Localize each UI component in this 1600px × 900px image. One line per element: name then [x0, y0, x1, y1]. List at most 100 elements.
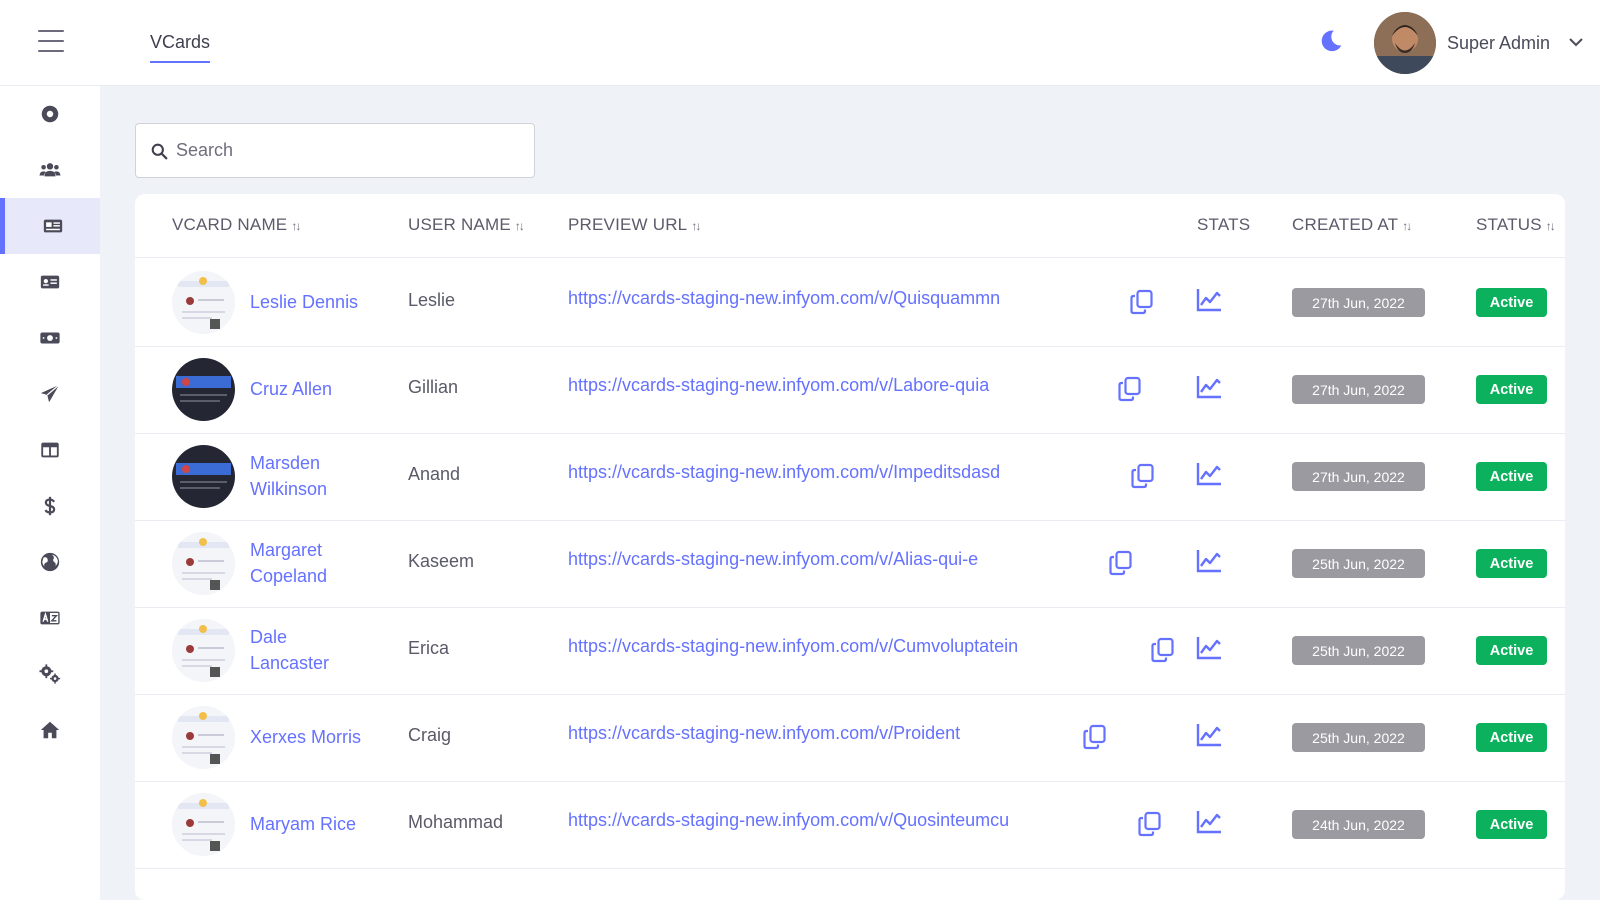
sort-icon[interactable]: ↑↓ [291, 219, 301, 233]
preview-url-link[interactable]: https://vcards-staging-new.infyom.com/v/… [568, 636, 1018, 657]
vcard-name-line: Leslie Dennis [250, 292, 359, 312]
vcard-name-link[interactable]: Leslie Dennis [250, 289, 358, 315]
vcard-icon [43, 219, 62, 233]
language-icon [40, 611, 60, 625]
sidebar-item-home[interactable] [0, 702, 100, 758]
dollar-icon [44, 496, 56, 516]
vcard-name-link[interactable]: Xerxes Morris [250, 724, 361, 750]
vcard-name-link[interactable]: Marsden Wilkinson [250, 450, 327, 502]
send-icon [40, 384, 60, 403]
sidebar-item-users[interactable] [0, 142, 100, 198]
col-header-label: STATUS [1476, 215, 1542, 234]
status-badge[interactable]: Active [1476, 810, 1547, 839]
vcard-name-line: Cruz Allen [250, 379, 333, 399]
stats-chart-icon[interactable] [1195, 634, 1223, 662]
moon-icon[interactable] [1318, 28, 1344, 54]
user-name-cell: Mohammad [408, 812, 504, 832]
created-at-badge: 25th Jun, 2022 [1292, 723, 1425, 752]
status-badge[interactable]: Active [1476, 462, 1547, 491]
sidebar-item-payments[interactable] [0, 310, 100, 366]
vcard-thumbnail[interactable] [172, 619, 235, 682]
vcard-thumbnail[interactable] [172, 532, 235, 595]
layout-icon [41, 442, 59, 458]
vcard-name-line: Marsden [250, 453, 321, 473]
col-header-vcard-name[interactable]: VCARD NAME ↑↓ [172, 215, 301, 235]
copy-icon[interactable] [1136, 810, 1164, 838]
sort-icon[interactable]: ↑↓ [515, 219, 525, 233]
stats-chart-icon[interactable] [1195, 721, 1223, 749]
copy-icon[interactable] [1107, 549, 1135, 577]
copy-icon[interactable] [1128, 288, 1156, 316]
dashboard-icon [41, 105, 59, 123]
sort-icon[interactable]: ↑↓ [691, 219, 701, 233]
search-icon [151, 143, 168, 160]
vcard-name-line: Wilkinson [250, 479, 328, 499]
stats-chart-icon[interactable] [1195, 373, 1223, 401]
stats-chart-icon[interactable] [1195, 547, 1223, 575]
table-row: Marsden Wilkinson Anand https://vcards-stag… [135, 432, 1565, 521]
id-card-icon [40, 275, 60, 289]
vcard-name-link[interactable]: Cruz Allen [250, 376, 332, 402]
preview-url-link[interactable]: https://vcards-staging-new.infyom.com/v/… [568, 810, 1009, 831]
table-header: VCARD NAME ↑↓ USER NAME ↑↓ PREVIEW URL ↑↓ S… [135, 194, 1565, 258]
status-badge[interactable]: Active [1476, 288, 1547, 317]
vcard-thumbnail[interactable] [172, 445, 235, 508]
sidebar-item-languages[interactable] [0, 590, 100, 646]
vcard-thumbnail[interactable] [172, 358, 235, 421]
status-badge[interactable]: Active [1476, 375, 1547, 404]
vcard-thumbnail[interactable] [172, 793, 235, 856]
table-row: Dale Lancaster Erica https://vcards-staging… [135, 606, 1565, 695]
vcard-thumbnail[interactable] [172, 706, 235, 769]
status-badge[interactable]: Active [1476, 636, 1547, 665]
search-input[interactable] [176, 124, 526, 177]
vcard-name-link[interactable]: Maryam Rice [250, 811, 356, 837]
preview-url-link[interactable]: https://vcards-staging-new.infyom.com/v/… [568, 723, 960, 744]
col-header-status[interactable]: STATUS ↑↓ [1476, 215, 1556, 235]
user-name-cell: Craig [408, 725, 452, 745]
preview-url-link[interactable]: https://vcards-staging-new.infyom.com/v/… [568, 288, 1000, 309]
vcard-name-line: Xerxes Morris [250, 727, 362, 747]
vcard-name-line: Dale [250, 627, 288, 647]
vcard-name-line: Copeland [250, 566, 328, 586]
col-header-preview-url[interactable]: PREVIEW URL ↑↓ [568, 215, 701, 235]
preview-url-link[interactable]: https://vcards-staging-new.infyom.com/v/… [568, 549, 978, 570]
sidebar-item-countries[interactable] [0, 534, 100, 590]
sidebar-item-send[interactable] [0, 366, 100, 422]
sort-icon[interactable]: ↑↓ [1402, 219, 1412, 233]
user-name[interactable]: Super Admin [1447, 33, 1550, 54]
copy-icon[interactable] [1116, 375, 1144, 403]
copy-icon[interactable] [1129, 462, 1157, 490]
tab-vcards[interactable]: VCards [150, 32, 211, 63]
vcard-name-link[interactable]: Margaret Copeland [250, 537, 327, 589]
col-header-user-name[interactable]: USER NAME ↑↓ [408, 215, 525, 235]
stats-chart-icon[interactable] [1195, 286, 1223, 314]
user-name-cell: Gillian [408, 377, 459, 397]
copy-icon[interactable] [1149, 636, 1177, 664]
avatar[interactable] [1374, 12, 1436, 74]
sidebar-item-plans[interactable] [0, 478, 100, 534]
sort-icon[interactable]: ↑↓ [1546, 219, 1556, 233]
sidebar-item-dashboard[interactable] [0, 86, 100, 142]
copy-icon[interactable] [1081, 723, 1109, 751]
stats-chart-icon[interactable] [1195, 460, 1223, 488]
money-icon [40, 332, 60, 344]
preview-url-link[interactable]: https://vcards-staging-new.infyom.com/v/… [568, 375, 989, 396]
status-badge[interactable]: Active [1476, 549, 1547, 578]
sidebar-item-vcards[interactable] [0, 198, 100, 254]
sidebar-item-settings[interactable] [0, 646, 100, 702]
table-row: Maryam Rice Mohammad https://vcards-stagin… [135, 780, 1565, 869]
chevron-down-icon[interactable] [1568, 36, 1584, 48]
created-at-badge: 24th Jun, 2022 [1292, 810, 1425, 839]
user-name-cell: Erica [408, 638, 450, 658]
sidebar-item-layout[interactable] [0, 422, 100, 478]
preview-url-link[interactable]: https://vcards-staging-new.infyom.com/v/… [568, 462, 1000, 483]
vcard-name-link[interactable]: Dale Lancaster [250, 624, 329, 676]
stats-chart-icon[interactable] [1195, 808, 1223, 836]
top-header: VCards Super Admin [0, 0, 1600, 86]
col-header-created-at[interactable]: CREATED AT ↑↓ [1292, 215, 1412, 235]
sidebar-item-templates[interactable] [0, 254, 100, 310]
menu-toggle-icon[interactable] [38, 30, 64, 52]
status-badge[interactable]: Active [1476, 723, 1547, 752]
vcard-thumbnail[interactable] [172, 271, 235, 334]
col-header-label: CREATED AT [1292, 215, 1399, 234]
